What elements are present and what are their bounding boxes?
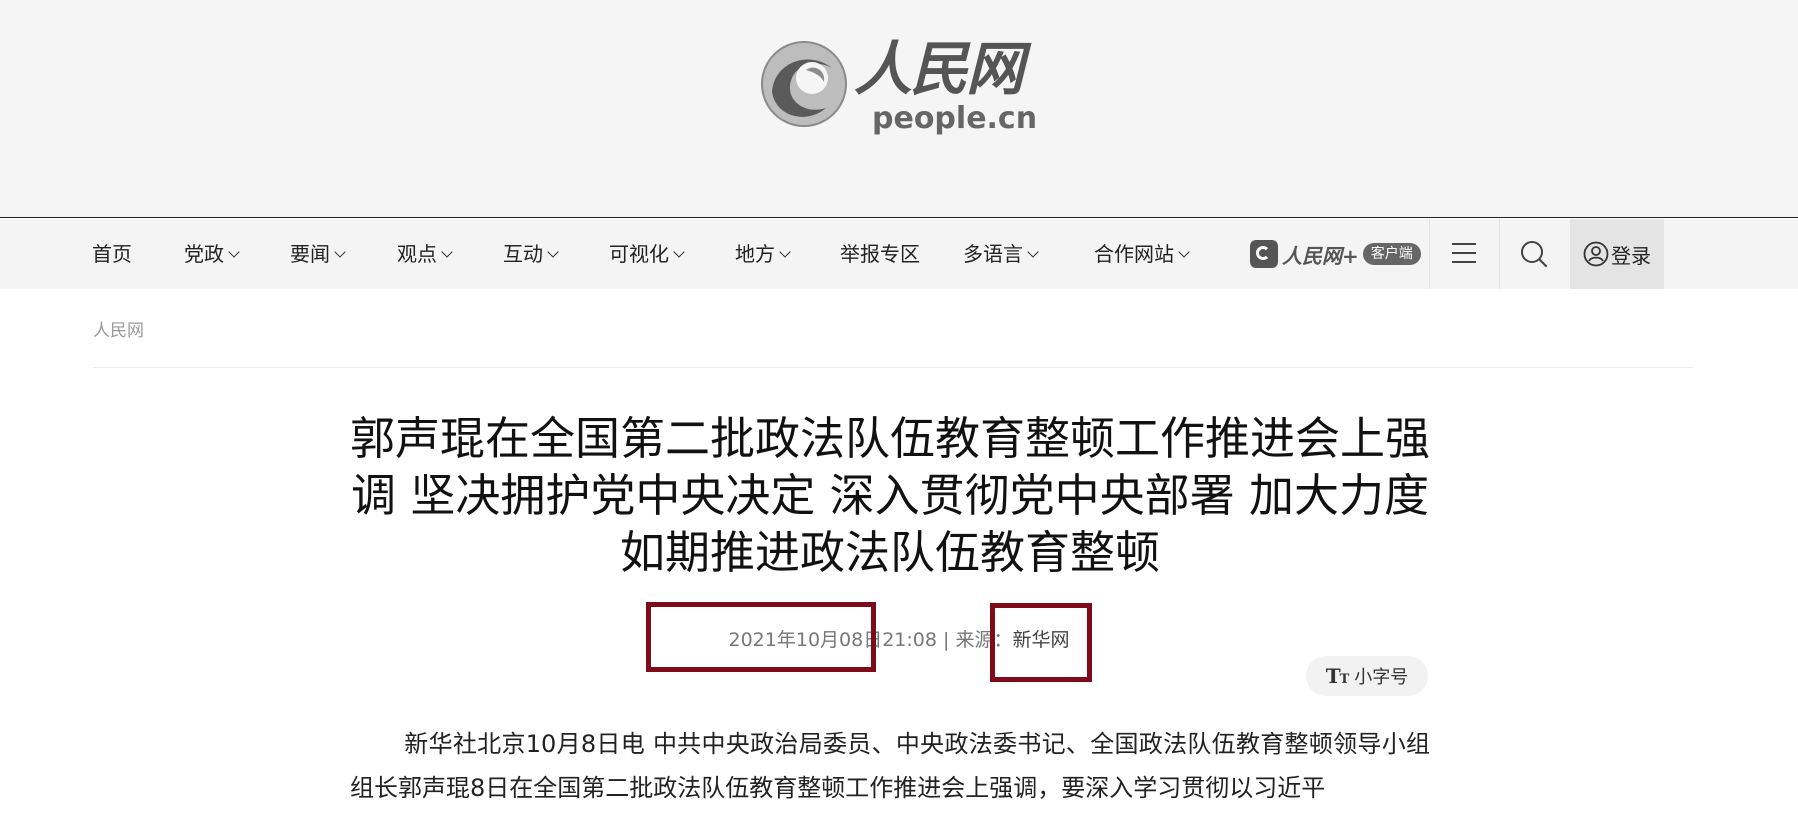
login-button[interactable]: 登录 [1570,219,1664,289]
search-button[interactable] [1500,219,1568,289]
nav-item-languages[interactable]: 多语言 [963,219,1039,289]
meta-separator: | [943,629,950,651]
breadcrumb-divider [93,367,1693,368]
nav-item-report[interactable]: 举报专区 [840,219,920,289]
chevron-down-icon [1027,246,1039,258]
chevron-down-icon [547,246,559,258]
article-meta: 2021年10月08日21:08 | 来源：新华网 [0,625,1798,652]
font-size-label: 小字号 [1354,667,1409,688]
nav-label: 举报专区 [840,242,920,266]
nav-item-interact[interactable]: 互动 [503,219,559,289]
article-body-paragraph: 新华社北京10月8日电 中共中央政治局委员、中央政法委书记、全国政法队伍教育整顿… [350,722,1430,810]
chevron-down-icon [334,246,346,258]
highlight-box-datetime [646,602,876,672]
search-icon [1521,241,1548,268]
nav-item-opinion[interactable]: 观点 [397,219,453,289]
nav-item-local[interactable]: 地方 [735,219,791,289]
nav-label: 互动 [503,242,543,266]
logo-english-text: people.cn [872,101,1038,136]
logo-chinese-text: 人民网 [854,35,1024,103]
nav-label: 要闻 [290,242,330,266]
article-body-text: 新华社北京10月8日电 中共中央政治局委员、中央政法委书记、全国政法队伍教育整顿… [350,730,1430,802]
app-logo-icon [1250,240,1278,268]
nav-item-news[interactable]: 要闻 [290,219,346,289]
text-size-icon: TT [1325,664,1350,688]
chevron-down-icon [228,246,240,258]
font-size-toggle-button[interactable]: TT 小字号 [1306,656,1428,696]
nav-label: 观点 [397,242,437,266]
nav-label: 地方 [735,242,775,266]
hamburger-menu-icon [1452,243,1476,245]
app-name: 人民网+ [1282,243,1359,268]
nav-label: 党政 [184,242,224,266]
chevron-down-icon [1178,246,1190,258]
logo-swirl-icon [761,41,847,127]
nav-item-party-gov[interactable]: 党政 [184,219,240,289]
nav-item-home[interactable]: 首页 [92,219,132,289]
chevron-down-icon [673,246,685,258]
hamburger-menu-button[interactable] [1430,219,1498,289]
nav-item-visual[interactable]: 可视化 [609,219,685,289]
nav-item-partners[interactable]: 合作网站 [1094,219,1190,289]
main-nav: 首页 党政 要闻 观点 互动 可视化 地方 举报专区 多语言 合作网站 人民网+… [0,219,1798,289]
nav-label: 合作网站 [1094,242,1174,266]
breadcrumb[interactable]: 人民网 [93,316,144,341]
app-badge: 客户端 [1362,243,1421,265]
logo-band: 人民网 people.cn [0,0,1798,218]
user-circle-icon [1583,241,1609,267]
chevron-down-icon [779,246,791,258]
article-title: 郭声琨在全国第二批政法队伍教育整顿工作推进会上强调 坚决拥护党中央决定 深入贯彻… [350,412,1431,579]
app-download-link[interactable]: 人民网+ 客户端 [1250,239,1421,269]
highlight-box-source [990,603,1092,682]
chevron-down-icon [441,246,453,258]
nav-label: 可视化 [609,242,669,266]
nav-label: 首页 [92,242,132,266]
hamburger-menu-icon [1452,252,1476,254]
nav-label: 多语言 [963,242,1023,266]
hamburger-menu-icon [1452,261,1476,263]
site-logo[interactable]: 人民网 people.cn [754,32,1038,142]
login-label: 登录 [1611,243,1651,268]
